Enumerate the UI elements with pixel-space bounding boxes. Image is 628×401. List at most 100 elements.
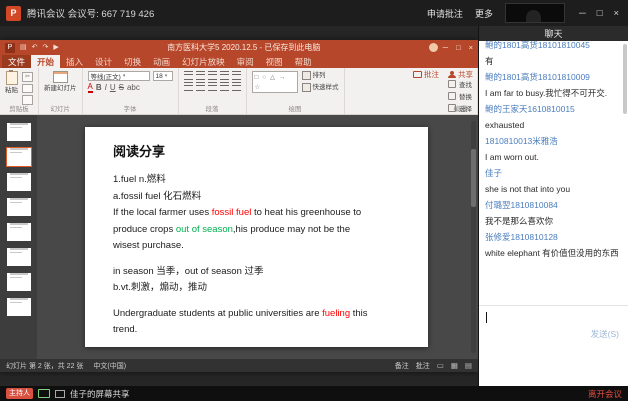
ribbon-tab-0[interactable]: 文件 [2,55,31,68]
ppt-close-button[interactable]: × [469,43,473,52]
ribbon-tab-5[interactable]: 动画 [147,55,176,68]
quick-access-icon-3[interactable]: ▶ [53,43,58,53]
normal-view-icon[interactable]: ▭ [437,361,444,370]
copy-icon[interactable] [22,84,33,94]
quick-styles-button[interactable]: 快速样式 [302,83,339,92]
ppt-minimize-button[interactable]: ─ [443,43,448,52]
cut-icon[interactable]: ✂ [22,72,33,82]
ribbon-tab-4[interactable]: 切换 [118,55,147,68]
font-size-select[interactable]: 18 ▾ [153,71,173,81]
align-right-icon[interactable] [208,82,217,91]
drawing-group: □ ○ △ → ☆ ◇ ▽ ○ □ ─ 排列 快速样式 绘图 [247,68,345,114]
slide-thumbnail-3[interactable] [7,173,31,191]
reading-view-icon[interactable]: ▤ [465,361,472,370]
chevron-down-icon: ▾ [123,73,126,79]
format-painter-icon[interactable] [22,95,33,105]
comments-button[interactable]: 批注 [413,69,439,80]
quick-access-icon-0[interactable]: ▤ [20,43,27,53]
increase-indent-icon[interactable] [220,71,229,80]
ribbon-tab-1[interactable]: 开始 [31,55,60,68]
columns-icon[interactable] [232,82,241,91]
editing-item-0[interactable]: 查找 [448,79,472,89]
maximize-button[interactable]: □ [597,8,603,19]
chat-sender-name: 鲍的王家天1610810015 [485,101,623,117]
thumb-line [10,227,22,229]
group-label-editing: 编辑 [443,105,477,114]
group-label-slides: 幻灯片 [39,105,82,114]
align-left-icon[interactable] [184,82,193,91]
comments-label: 批注 [424,69,439,80]
font-color-icon[interactable]: A [88,83,93,93]
font-style-button-4[interactable]: abc [127,83,140,93]
new-slide-icon [53,71,68,83]
font-style-button-2[interactable]: U [110,83,116,93]
ribbon-tab-3[interactable]: 设计 [89,55,118,68]
slide-thumbnail-8[interactable] [7,298,31,316]
slide-canvas[interactable]: 阅读分享 1.fuel n.燃料a.fossil fuel 化石燃料If the… [85,127,428,347]
presenter-video-thumbnail[interactable] [505,3,565,23]
slide-thumbnail-1[interactable] [7,123,31,141]
new-slide-button[interactable]: 新建幻灯片 [44,71,77,105]
arrange-button[interactable]: 排列 [302,71,339,80]
slide-thumbnail-4[interactable] [7,198,31,216]
group-label-drawing: 绘图 [247,105,344,114]
ribbon-tab-2[interactable]: 插入 [60,55,89,68]
paste-button[interactable]: 粘贴 [5,71,18,105]
align-center-icon[interactable] [196,82,205,91]
meeting-title: 腾讯会议 会议号: 667 719 426 [27,6,154,20]
share-button[interactable]: 共享 [448,69,473,80]
statusbar-right: 备注 批注 ▭ ▦ ▤ [395,361,472,371]
numbered-list-icon[interactable] [196,71,205,80]
slide-scrollbar-thumb[interactable] [471,149,476,207]
slide-thumbnail-6[interactable] [7,248,31,266]
ribbon-tab-9[interactable]: 帮助 [289,55,318,68]
ribbon-tab-6[interactable]: 幻灯片放映 [176,55,231,68]
minimize-button[interactable]: ─ [579,8,586,19]
line-spacing-icon[interactable] [232,71,241,80]
group-label-clipboard: 剪贴板 [0,105,38,114]
group-label-font: 字体 [83,105,178,114]
leave-meeting-button[interactable]: 离开会议 [588,388,622,400]
close-button[interactable]: × [613,8,619,19]
slide-editing-area: 阅读分享 1.fuel n.燃料a.fossil fuel 化石燃料If the… [37,115,478,359]
slide-thumbnail-7[interactable] [7,273,31,291]
request-annotation-button[interactable]: 申请批注 [427,7,463,20]
quick-access-icon-1[interactable]: ↶ [32,43,38,53]
ribbon-tab-8[interactable]: 视图 [260,55,289,68]
account-avatar[interactable] [429,43,438,52]
statusbar-comments-button[interactable]: 批注 [416,361,430,371]
chat-message-text: exhausted [485,117,623,133]
thumb-line [10,302,22,304]
send-button[interactable]: 发送(S) [591,328,619,340]
ppt-document-title: 南方医科大学5 2020.12.5 - 已保存到此电脑 [64,42,424,53]
quick-access-icon-2[interactable]: ↷ [43,43,49,53]
slide-counter: 幻灯片 第 2 张，共 22 张 [6,361,83,371]
justify-icon[interactable] [220,82,229,91]
chat-scrollbar[interactable] [623,44,627,114]
bullet-list-icon[interactable] [184,71,193,80]
slides-group: 新建幻灯片 幻灯片 [39,68,83,114]
editing-item-1[interactable]: 替换 [448,91,472,101]
person-icon [448,71,456,78]
ribbon-tab-7[interactable]: 审阅 [231,55,260,68]
font-style-button-1[interactable]: I [105,83,107,93]
font-style-button-0[interactable]: B [96,83,102,93]
slide-scrollbar[interactable] [471,121,476,353]
chat-panel: 聊天 鲍的1801高货18101810045有鲍的1801高货181018100… [478,26,628,386]
shapes-gallery[interactable]: □ ○ △ → ☆ ◇ ▽ ○ □ ─ [252,71,298,93]
chat-message-text: she is not that into you [485,181,623,197]
notes-button[interactable]: 备注 [395,361,409,371]
slide-sorter-icon[interactable]: ▦ [451,361,458,370]
font-style-button-3[interactable]: S [119,83,124,93]
more-button[interactable]: 更多 [475,7,493,20]
font-name-select[interactable]: 等线(正文) ▾ [88,71,150,81]
chat-input[interactable]: 发送(S) [479,305,628,386]
slide-thumbnail-2[interactable] [7,148,31,166]
slide-thumbnail-5[interactable] [7,223,31,241]
paste-label: 粘贴 [5,87,18,94]
decrease-indent-icon[interactable] [208,71,217,80]
ppt-maximize-button[interactable]: □ [456,43,461,52]
language-indicator[interactable]: 中文(中国) [93,361,126,371]
thumb-line [10,248,28,250]
thumb-line [10,148,28,150]
